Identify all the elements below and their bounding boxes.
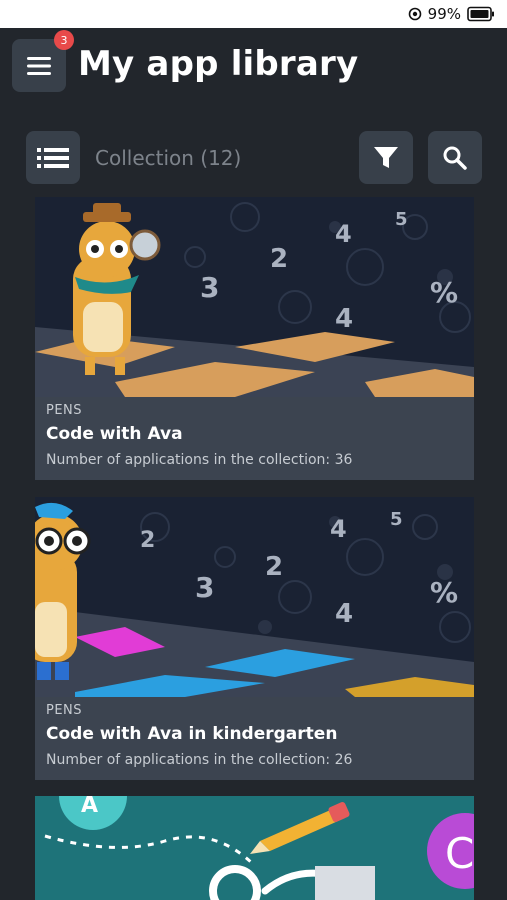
filter-icon	[374, 146, 398, 168]
battery-icon	[467, 6, 494, 22]
svg-text:%: %	[430, 276, 458, 309]
card-cover-image: A C	[35, 796, 474, 900]
list-icon	[37, 147, 69, 168]
status-indicators: 99%	[408, 4, 495, 24]
svg-text:%: %	[430, 576, 458, 609]
card-publisher: PENS	[46, 403, 83, 418]
filter-button[interactable]	[359, 131, 413, 184]
card-publisher: PENS	[46, 703, 83, 718]
svg-text:2: 2	[270, 244, 288, 274]
svg-text:5: 5	[395, 209, 408, 230]
card-cover-image: 3 2 2 4 4 % 5	[35, 497, 474, 697]
collection-count: Collection (12)	[95, 146, 242, 170]
svg-text:2: 2	[140, 528, 155, 553]
svg-text:C: C	[445, 829, 474, 878]
search-icon	[443, 146, 467, 170]
svg-text:3: 3	[195, 571, 214, 604]
screen-rotation-icon	[408, 7, 421, 21]
svg-text:A: A	[81, 796, 98, 818]
page-title: My app library	[78, 44, 359, 84]
status-bar: 99%	[0, 0, 507, 28]
notification-badge: 3	[54, 30, 74, 50]
svg-text:4: 4	[330, 515, 347, 543]
card-app-count: Number of applications in the collection…	[46, 452, 353, 468]
search-button[interactable]	[428, 131, 482, 184]
svg-text:3: 3	[200, 271, 219, 304]
card-body: PENS Code with Ava Number of application…	[35, 397, 474, 468]
collection-card[interactable]: 3 2 2 4 4 % 5 PENS Code with Ava in kind…	[35, 497, 474, 780]
svg-text:4: 4	[335, 220, 352, 248]
list-view-button[interactable]	[26, 131, 80, 184]
collection-card[interactable]: 3 2 4 4 % 5 PENS Code with Ava Number of…	[35, 197, 474, 480]
svg-text:5: 5	[390, 509, 403, 530]
svg-text:4: 4	[335, 304, 353, 334]
battery-percent: 99%	[427, 5, 461, 23]
card-body: PENS Code with Ava in kindergarten Numbe…	[35, 697, 474, 768]
collection-card[interactable]: A C	[35, 796, 474, 900]
svg-text:4: 4	[335, 599, 353, 629]
card-app-count: Number of applications in the collection…	[46, 752, 353, 768]
card-cover-image: 3 2 4 4 % 5	[35, 197, 474, 397]
card-title: Code with Ava in kindergarten	[46, 724, 338, 744]
svg-text:2: 2	[265, 552, 283, 582]
card-title: Code with Ava	[46, 424, 183, 444]
menu-icon	[27, 56, 51, 75]
